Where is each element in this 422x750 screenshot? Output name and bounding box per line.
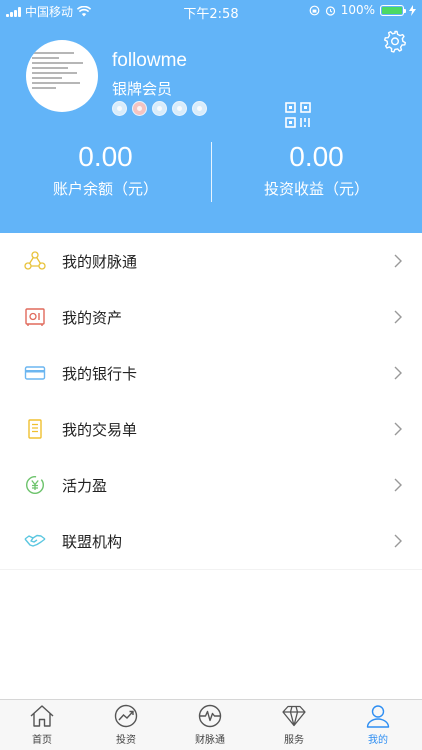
bottom-tab-bar: 首页 投资 财脉通 服务 我的 — [0, 699, 422, 750]
menu-item-label: 我的交易单 — [62, 421, 138, 439]
chevron-right-icon — [394, 422, 402, 436]
investment-earnings-label: 投资收益（元） — [263, 180, 369, 198]
battery-percent: 100% — [340, 3, 375, 17]
safe-icon — [25, 308, 45, 326]
tab-caimaitong[interactable]: 财脉通 — [168, 700, 252, 750]
card-icon — [24, 366, 46, 380]
profile-header: 中国移动 下午2:58 100% followme 银牌会员 0.00 账户余额… — [0, 0, 422, 233]
alarm-icon — [325, 5, 335, 16]
receipt-icon — [28, 419, 42, 439]
charging-icon — [409, 4, 416, 16]
qr-code-icon[interactable] — [285, 102, 311, 128]
tab-label: 我的 — [368, 735, 388, 746]
menu-item-label: 我的财脉通 — [62, 253, 138, 271]
membership-level: 银牌会员 — [112, 80, 173, 98]
menu-item-alliance[interactable]: 联盟机构 — [0, 513, 422, 569]
tab-label: 投资 — [116, 735, 136, 746]
menu-item-assets[interactable]: 我的资产 — [0, 289, 422, 345]
home-icon — [30, 705, 54, 727]
status-bar: 中国移动 下午2:58 100% — [0, 0, 422, 22]
tab-label: 财脉通 — [195, 735, 225, 746]
badge-icon — [132, 101, 147, 116]
tab-label: 服务 — [284, 735, 304, 746]
menu-item-transactions[interactable]: 我的交易单 — [0, 401, 422, 457]
chevron-right-icon — [394, 254, 402, 268]
badge-icon — [152, 101, 167, 116]
chevron-right-icon — [394, 366, 402, 380]
content-blank-area — [0, 570, 422, 699]
tab-service[interactable]: 服务 — [252, 700, 336, 750]
network-icon — [24, 251, 46, 270]
account-balance-amount: 0.00 — [78, 141, 133, 172]
avatar-image — [32, 52, 92, 98]
menu-item-label: 活力盈 — [62, 477, 108, 495]
menu-item-caimaitong[interactable]: 我的财脉通 — [0, 233, 422, 289]
account-balance[interactable]: 0.00 账户余额（元） — [0, 140, 211, 199]
tab-home[interactable]: 首页 — [0, 700, 84, 750]
username: followme — [112, 50, 187, 71]
yen-coin-icon — [25, 475, 45, 495]
menu-item-bank-card[interactable]: 我的银行卡 — [0, 345, 422, 401]
tab-invest[interactable]: 投资 — [84, 700, 168, 750]
diamond-icon — [282, 705, 306, 727]
menu-item-label: 联盟机构 — [62, 533, 123, 551]
menu-list: 我的财脉通 我的资产 我的银行卡 我的交易单 活力盈 联盟机构 — [0, 233, 422, 569]
settings-gear-icon[interactable] — [382, 28, 408, 54]
badge-row — [112, 101, 207, 116]
account-balance-label: 账户余额（元） — [52, 180, 158, 198]
avatar[interactable] — [26, 40, 98, 112]
tab-label: 首页 — [32, 735, 52, 746]
person-icon — [366, 705, 390, 728]
menu-item-label: 我的银行卡 — [62, 365, 138, 383]
battery-icon — [380, 4, 406, 16]
investment-earnings[interactable]: 0.00 投资收益（元） — [211, 140, 422, 199]
chevron-right-icon — [394, 310, 402, 324]
handshake-icon — [24, 534, 46, 547]
menu-item-huoliying[interactable]: 活力盈 — [0, 457, 422, 513]
tab-mine[interactable]: 我的 — [336, 700, 420, 750]
chevron-right-icon — [394, 534, 402, 548]
chevron-right-icon — [394, 478, 402, 492]
balance-divider — [211, 142, 212, 202]
rotation-lock-icon — [309, 5, 320, 15]
badge-icon — [112, 101, 127, 116]
pulse-icon — [198, 704, 222, 728]
investment-earnings-amount: 0.00 — [289, 141, 344, 172]
badge-icon — [192, 101, 207, 116]
menu-item-label: 我的资产 — [62, 309, 123, 327]
trend-icon — [114, 704, 138, 728]
badge-icon — [172, 101, 187, 116]
